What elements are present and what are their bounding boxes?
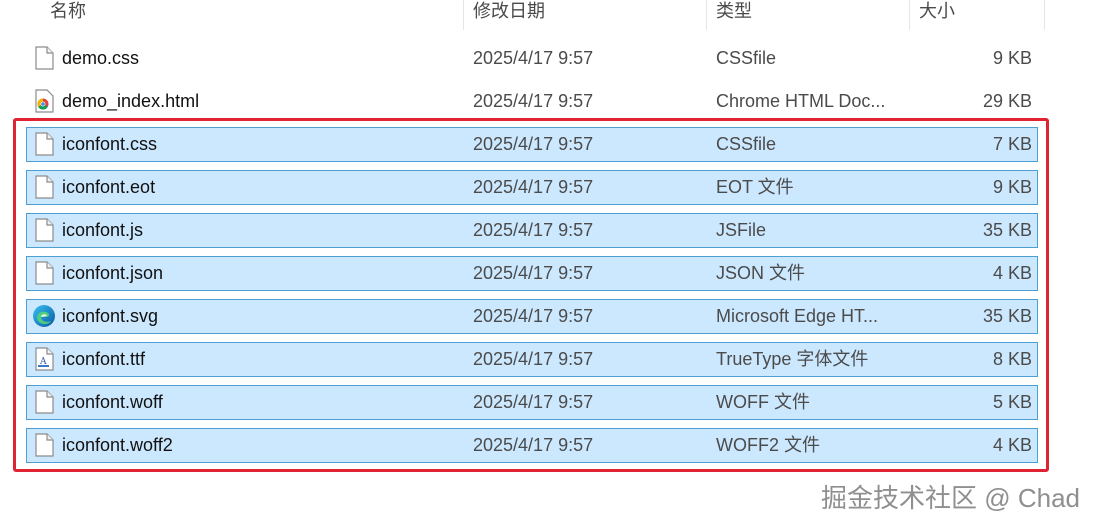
file-name: demo_index.html bbox=[62, 91, 200, 111]
file-type: Chrome HTML Doc... bbox=[716, 91, 886, 111]
file-date: 2025/4/17 9:57 bbox=[473, 48, 594, 68]
highlight-box bbox=[13, 118, 1049, 472]
file-name: demo.css bbox=[62, 48, 140, 68]
file-size: 9 KB bbox=[992, 48, 1032, 68]
column-header-size[interactable]: 大小 bbox=[919, 0, 955, 30]
file-type: CSSfile bbox=[716, 48, 777, 68]
file-size: 29 KB bbox=[982, 91, 1032, 111]
watermark: 掘金技术社区 @ Chad bbox=[821, 483, 1080, 513]
file-row[interactable]: demo.css 2025/4/17 9:57 CSSfile 9 KB bbox=[26, 41, 1038, 76]
column-header-date[interactable]: 修改日期 bbox=[473, 0, 545, 30]
column-header: 名称 修改日期 类型 大小 bbox=[0, 0, 1098, 30]
column-header-type[interactable]: 类型 bbox=[716, 0, 752, 30]
column-divider[interactable] bbox=[1044, 0, 1045, 30]
column-header-name[interactable]: 名称 bbox=[50, 0, 86, 30]
column-divider[interactable] bbox=[463, 0, 464, 30]
file-icon bbox=[34, 46, 54, 70]
column-divider[interactable] bbox=[706, 0, 707, 30]
chrome-icon bbox=[34, 89, 54, 113]
file-date: 2025/4/17 9:57 bbox=[473, 91, 594, 111]
column-divider[interactable] bbox=[909, 0, 910, 30]
file-row[interactable]: demo_index.html 2025/4/17 9:57 Chrome HTML… bbox=[26, 84, 1038, 119]
